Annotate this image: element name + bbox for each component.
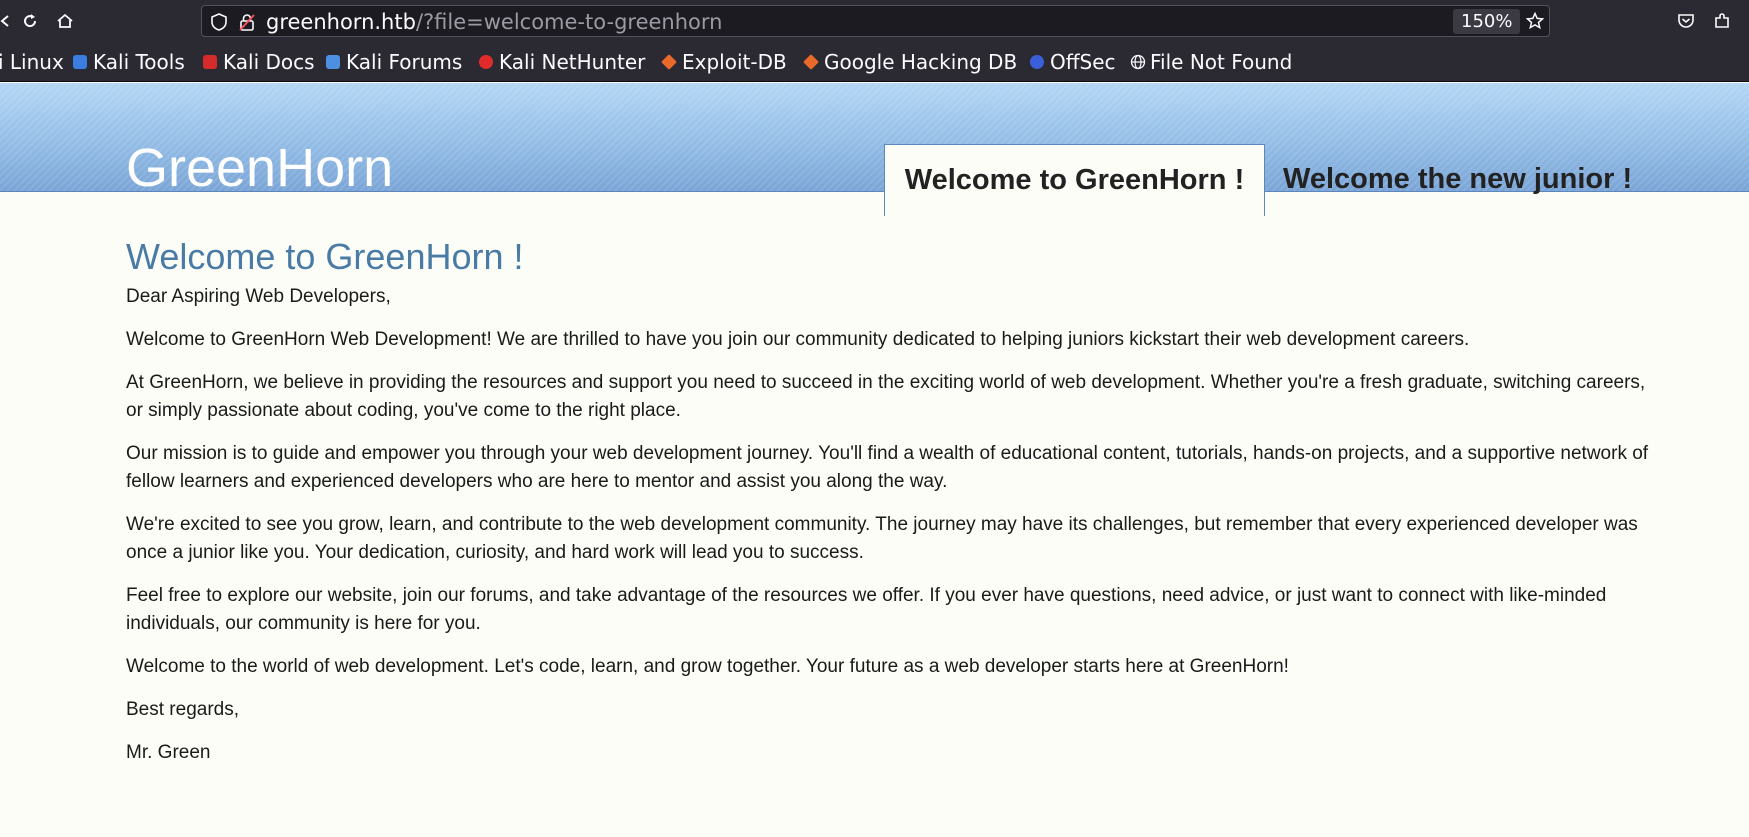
bookmark-offsec[interactable]: OffSec	[1030, 48, 1116, 76]
bookmark-label: Google Hacking DB	[824, 50, 1018, 74]
url-path: /?file=welcome-to-greenhorn	[415, 10, 723, 34]
address-bar[interactable]: greenhorn.htb/?file=welcome-to-greenhorn…	[201, 5, 1550, 37]
belief-paragraph: At GreenHorn, we believe in providing th…	[126, 372, 1646, 421]
bookmark-kali-nethunter[interactable]: Kali NetHunter	[479, 48, 645, 76]
bookmark-label: File Not Found	[1150, 50, 1293, 74]
offsec-favicon-icon	[1030, 55, 1044, 69]
main-content: Welcome to GreenHorn ! Dear Aspiring Web…	[126, 236, 1666, 782]
bookmark-kali-linux[interactable]: i Linux	[0, 48, 64, 76]
browser-toolbar: greenhorn.htb/?file=welcome-to-greenhorn…	[0, 0, 1749, 42]
ghdb-favicon-icon	[803, 54, 819, 70]
url-host: greenhorn.htb	[266, 10, 416, 34]
bookmark-label: Kali Forums	[346, 50, 463, 74]
mission-paragraph: Our mission is to guide and empower you …	[126, 443, 1649, 492]
closing-paragraph: Welcome to the world of web development.…	[126, 656, 1289, 677]
bookmark-label: Kali NetHunter	[499, 50, 646, 74]
regards-line: Best regards,	[126, 699, 239, 720]
bookmark-label: Exploit-DB	[682, 50, 787, 74]
bookmark-star-icon[interactable]	[1525, 11, 1545, 35]
kali-tools-favicon-icon	[73, 55, 87, 69]
insecure-lock-icon[interactable]	[238, 13, 256, 31]
pocket-icon[interactable]	[1674, 9, 1698, 33]
zoom-indicator[interactable]: 150%	[1453, 9, 1521, 34]
site-header: GreenHorn Welcome to GreenHorn ! Welcome…	[0, 83, 1749, 216]
bookmark-label: Kali Tools	[93, 50, 185, 74]
exploit-db-favicon-icon	[661, 54, 677, 70]
url-text[interactable]: greenhorn.htb/?file=welcome-to-greenhorn	[266, 10, 722, 34]
bookmark-label: Kali Docs	[223, 50, 315, 74]
kali-forums-favicon-icon	[326, 55, 340, 69]
bookmark-kali-forums[interactable]: Kali Forums	[326, 48, 462, 76]
signature-line: Mr. Green	[126, 742, 211, 763]
nav-tab-welcome-to-greenhorn[interactable]: Welcome to GreenHorn !	[884, 144, 1265, 216]
home-icon[interactable]	[53, 9, 77, 33]
extensions-icon[interactable]	[1710, 9, 1734, 33]
site-title[interactable]: GreenHorn	[126, 141, 393, 195]
reload-icon[interactable]	[18, 9, 42, 33]
bookmark-kali-docs[interactable]: Kali Docs	[203, 48, 315, 76]
tracking-shield-icon[interactable]	[210, 13, 228, 31]
kali-nethunter-favicon-icon	[479, 55, 493, 69]
growth-paragraph: We're excited to see you grow, learn, an…	[126, 514, 1638, 563]
bookmark-file-not-found[interactable]: File Not Found	[1130, 48, 1292, 76]
explore-paragraph: Feel free to explore our website, join o…	[126, 585, 1607, 634]
bookmark-google-hacking-db[interactable]: Google Hacking DB	[803, 48, 1018, 76]
globe-icon	[1130, 54, 1146, 70]
bookmark-label: i Linux	[0, 50, 64, 74]
intro-paragraph: Welcome to GreenHorn Web Development! We…	[126, 329, 1470, 350]
back-arrow-icon[interactable]	[0, 9, 18, 33]
bookmark-exploit-db[interactable]: Exploit-DB	[661, 48, 787, 76]
kali-docs-favicon-icon	[203, 55, 217, 69]
nav-tab-welcome-new-junior[interactable]: Welcome the new junior !	[1283, 163, 1632, 196]
greeting-paragraph: Dear Aspiring Web Developers,	[126, 286, 391, 307]
bookmarks-toolbar: i Linux Kali Tools Kali Docs Kali Forums…	[0, 42, 1749, 82]
bookmark-label: OffSec	[1050, 50, 1116, 74]
page-heading: Welcome to GreenHorn !	[126, 236, 524, 277]
bookmark-kali-tools[interactable]: Kali Tools	[73, 48, 185, 76]
